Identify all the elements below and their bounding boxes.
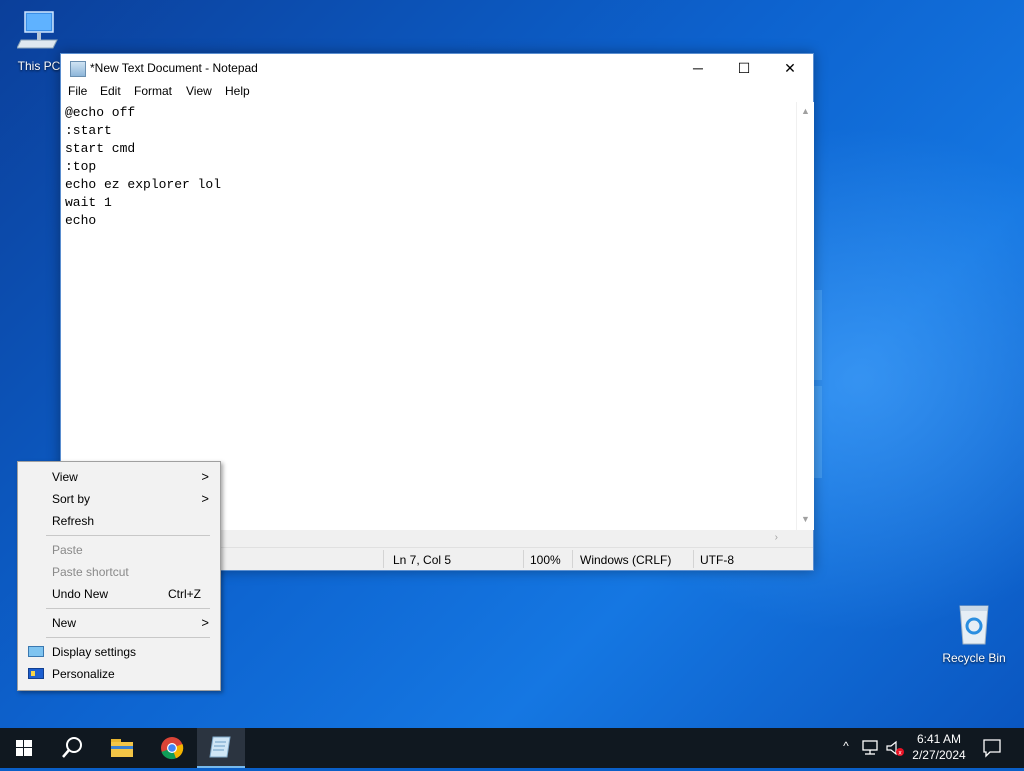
shortcut-label: Ctrl+Z (168, 587, 201, 601)
computer-icon (16, 11, 58, 49)
status-divider (693, 550, 694, 568)
text-line: :top (65, 159, 97, 174)
recycle-bin-label: Recycle Bin (942, 651, 1006, 665)
file-explorer-button[interactable] (98, 728, 146, 768)
recycle-bin-desktop-icon[interactable]: Recycle Bin (939, 602, 1009, 665)
menu-item-paste: Paste (18, 539, 220, 561)
status-divider (383, 550, 384, 568)
encoding: UTF-8 (700, 553, 734, 567)
menu-help[interactable]: Help (225, 84, 250, 98)
menu-divider (46, 637, 210, 638)
zoom-level: 100% (530, 553, 561, 567)
taskbar: ^ x 6:41 AM 2/27/2024 (0, 728, 1024, 768)
chevron-right-icon: > (201, 469, 209, 484)
menu-format[interactable]: Format (134, 84, 172, 98)
clock-date: 2/27/2024 (912, 748, 966, 762)
window-title: *New Text Document - Notepad (90, 61, 258, 75)
menu-item-new[interactable]: New > (18, 612, 220, 634)
menu-item-label: View (52, 470, 78, 484)
start-button[interactable] (0, 728, 48, 768)
menu-item-label: Paste shortcut (52, 565, 129, 579)
notepad-taskbar-button[interactable] (197, 728, 245, 768)
chrome-button[interactable] (148, 728, 196, 768)
menu-edit[interactable]: Edit (100, 84, 121, 98)
menu-file[interactable]: File (68, 84, 87, 98)
network-icon[interactable] (861, 740, 881, 756)
menu-item-display-settings[interactable]: Display settings (18, 641, 220, 663)
text-line: echo (65, 213, 97, 228)
display-settings-icon (28, 646, 44, 657)
menu-view[interactable]: View (186, 84, 212, 98)
minimize-button[interactable]: ─ (675, 54, 721, 82)
chevron-right-icon: > (201, 615, 209, 630)
cursor-position: Ln 7, Col 5 (393, 553, 452, 567)
clock-time: 6:41 AM (916, 732, 962, 746)
menu-item-label: Personalize (52, 667, 115, 681)
scroll-right-icon[interactable]: › (775, 532, 778, 543)
vertical-scrollbar[interactable]: ▲ ▼ (796, 102, 814, 530)
folder-icon (111, 739, 133, 757)
menu-item-sort-by[interactable]: Sort by > (18, 488, 220, 510)
search-icon (62, 737, 82, 758)
clock[interactable]: 6:41 AM 2/27/2024 (906, 731, 972, 763)
svg-text:x: x (898, 750, 902, 757)
desktop[interactable]: This PC Recycle Bin *New Text Document -… (0, 0, 1024, 728)
menu-item-label: Sort by (52, 492, 91, 506)
menu-item-label: New (52, 616, 77, 630)
chevron-up-icon[interactable]: ^ (838, 739, 854, 753)
menu-divider (46, 535, 210, 536)
menu-bar: File Edit Format View Help (61, 82, 813, 102)
maximize-button[interactable]: ☐ (721, 54, 767, 82)
menu-item-paste-shortcut: Paste shortcut (18, 561, 220, 583)
status-divider (572, 550, 573, 568)
personalize-icon (28, 668, 44, 679)
chevron-right-icon: > (201, 491, 209, 506)
menu-item-label: Refresh (52, 514, 95, 528)
text-line: :start (65, 123, 112, 138)
scroll-down-icon[interactable]: ▼ (797, 514, 814, 524)
scroll-up-icon[interactable]: ▲ (797, 106, 814, 116)
title-bar[interactable]: *New Text Document - Notepad ─ ☐ ✕ (61, 54, 813, 82)
windows-logo-icon (16, 740, 32, 756)
text-line: echo ez explorer lol (65, 177, 222, 192)
menu-item-label: Display settings (52, 645, 137, 659)
desktop-context-menu: View > Sort by > Refresh Paste Paste sho… (17, 461, 221, 691)
close-button[interactable]: ✕ (767, 54, 813, 82)
menu-item-personalize[interactable]: Personalize (18, 663, 220, 685)
notepad-icon (209, 736, 231, 758)
menu-item-view[interactable]: View > (18, 466, 220, 488)
line-ending: Windows (CRLF) (580, 553, 672, 567)
volume-muted-icon[interactable]: x (885, 740, 907, 758)
menu-divider (46, 608, 210, 609)
search-button[interactable] (48, 728, 96, 768)
recycle-bin-icon (959, 605, 989, 645)
scrollbar-corner (796, 530, 813, 547)
text-line: @echo off (65, 105, 136, 120)
menu-item-refresh[interactable]: Refresh (18, 510, 220, 532)
text-line: wait 1 (65, 195, 112, 210)
status-divider (523, 550, 524, 568)
text-line: start cmd (65, 141, 136, 156)
menu-item-label: Undo New (52, 587, 109, 601)
chrome-icon (161, 737, 184, 760)
notepad-icon (70, 61, 86, 77)
notification-icon[interactable] (982, 738, 1002, 758)
menu-item-undo-new[interactable]: Undo New Ctrl+Z (18, 583, 220, 605)
menu-item-label: Paste (52, 543, 83, 557)
